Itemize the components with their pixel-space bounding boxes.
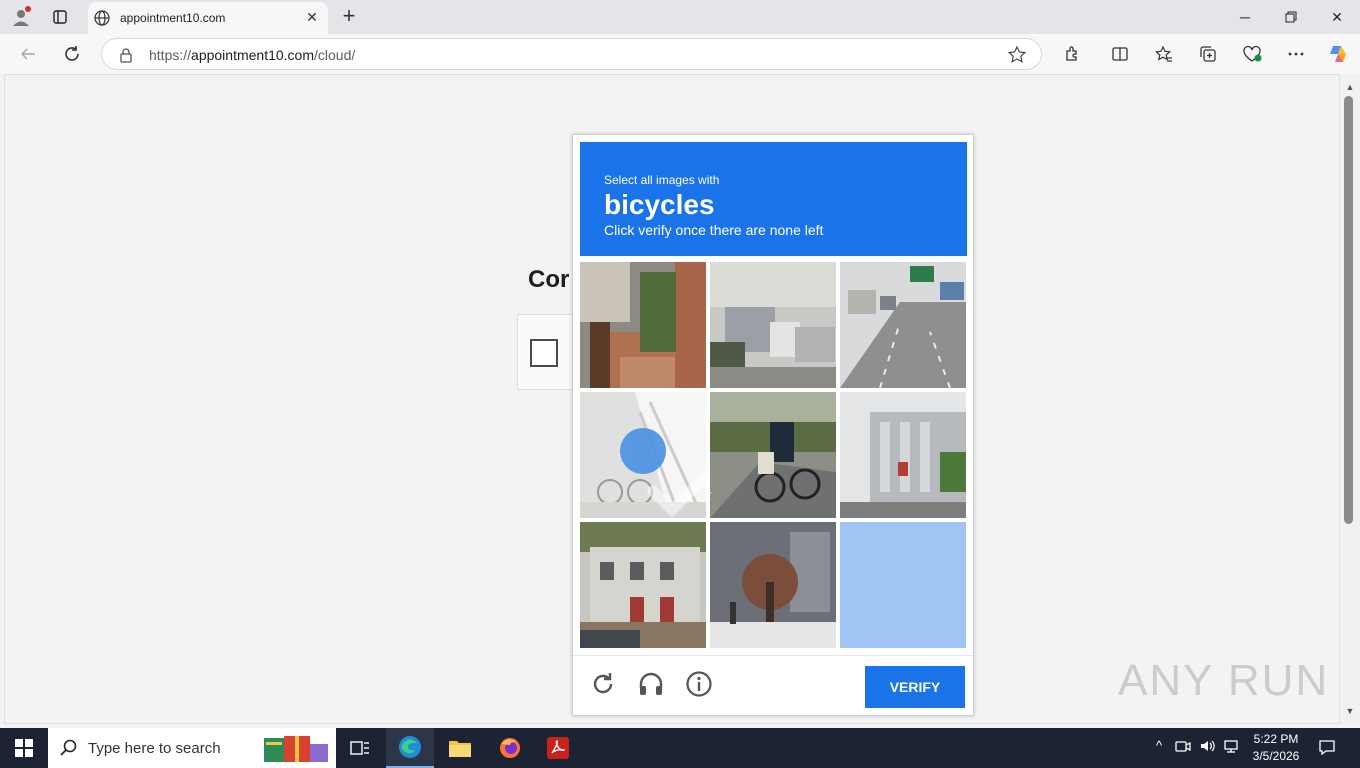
notifications-icon[interactable] [1318, 738, 1336, 758]
reload-icon[interactable] [589, 670, 617, 698]
search-highlight-gifts-icon [262, 732, 330, 764]
tab-bar: appointment10.com ✕ + ─ ✕ [0, 0, 1360, 34]
search-placeholder: Type here to search [88, 740, 221, 757]
taskbar: Type here to search ^ 5:22 PM 3/5/2026 [0, 728, 1360, 768]
search-icon [60, 739, 78, 757]
profile-icon[interactable] [10, 6, 32, 28]
scroll-down-icon[interactable]: ▼ [1344, 706, 1356, 718]
lock-icon[interactable] [118, 47, 134, 63]
refresh-icon[interactable] [58, 40, 86, 68]
favorite-star-icon[interactable] [1007, 45, 1027, 65]
audio-challenge-icon[interactable] [637, 670, 665, 698]
address-bar[interactable]: https://appointment10.com/cloud/ [101, 38, 1042, 70]
extensions-icon[interactable] [1058, 40, 1086, 68]
captcha-tile[interactable] [840, 392, 966, 518]
firefox-icon[interactable] [486, 728, 534, 768]
url-text[interactable]: https://appointment10.com/cloud/ [149, 47, 355, 63]
url-path: /cloud/ [314, 47, 356, 63]
acrobat-icon[interactable] [534, 728, 582, 768]
restore-button[interactable] [1268, 0, 1314, 34]
challenge-checkbox[interactable] [530, 339, 558, 367]
tab-title: appointment10.com [120, 11, 226, 25]
captcha-footer: VERIFY [573, 655, 973, 715]
new-tab-button[interactable]: + [338, 5, 360, 28]
clock-time: 5:22 PM [1253, 732, 1299, 746]
close-tab-icon[interactable]: ✕ [304, 9, 320, 25]
captcha-tile[interactable] [710, 522, 836, 648]
browser-toolbar: https://appointment10.com/cloud/ [0, 34, 1360, 74]
volume-icon[interactable] [1198, 738, 1216, 758]
page-scrollbar[interactable]: ▲ ▼ [1340, 74, 1360, 724]
captcha-grid [580, 262, 966, 648]
url-scheme: https:// [149, 47, 192, 63]
favorites-icon[interactable] [1150, 40, 1178, 68]
browser-tab[interactable]: appointment10.com ✕ [88, 2, 328, 34]
captcha-tile-loading[interactable] [840, 522, 966, 648]
verify-button[interactable]: VERIFY [865, 666, 965, 708]
close-window-button[interactable]: ✕ [1314, 0, 1360, 34]
more-menu-icon[interactable] [1282, 40, 1310, 68]
globe-icon [94, 10, 110, 26]
scroll-up-icon[interactable]: ▲ [1344, 82, 1356, 94]
tab-actions-icon[interactable] [48, 6, 72, 28]
taskbar-clock[interactable]: 5:22 PM 3/5/2026 [1244, 731, 1308, 765]
windows-start-icon[interactable] [0, 728, 48, 768]
taskbar-search[interactable]: Type here to search [48, 728, 336, 768]
show-hidden-icons-icon[interactable]: ^ [1150, 738, 1168, 758]
minimize-button[interactable]: ─ [1222, 0, 1268, 34]
captcha-header: Select all images with bicycles Click ve… [580, 142, 967, 256]
captcha-instruction: Select all images with [604, 173, 720, 187]
captcha-target: bicycles [604, 189, 715, 220]
scroll-thumb[interactable] [1344, 96, 1353, 524]
meet-now-icon[interactable] [1174, 738, 1192, 758]
selected-check-icon [620, 428, 706, 516]
captcha-tile[interactable] [710, 392, 836, 518]
edge-taskbar-icon[interactable] [386, 728, 434, 768]
watermark-logo: ANY RUN [1118, 656, 1330, 705]
captcha-tile[interactable] [580, 262, 706, 388]
back-icon[interactable] [14, 40, 42, 68]
network-icon[interactable] [1222, 738, 1240, 758]
clock-date: 3/5/2026 [1252, 749, 1300, 763]
url-host: appointment10.com [191, 47, 314, 63]
captcha-tile-selected[interactable] [580, 392, 706, 518]
captcha-tile[interactable] [840, 262, 966, 388]
file-explorer-icon[interactable] [436, 728, 484, 768]
copilot-icon[interactable] [1324, 40, 1352, 68]
captcha-challenge: Select all images with bicycles Click ve… [572, 134, 974, 716]
browser-essentials-icon[interactable] [1238, 40, 1266, 68]
split-screen-icon[interactable] [1106, 40, 1134, 68]
captcha-tile[interactable] [580, 522, 706, 648]
captcha-hint: Click verify once there are none left [604, 222, 824, 238]
info-icon[interactable] [685, 670, 713, 698]
collections-icon[interactable] [1194, 40, 1222, 68]
task-view-icon[interactable] [336, 728, 384, 768]
page-heading: Cor [528, 266, 570, 293]
captcha-tile[interactable] [710, 262, 836, 388]
